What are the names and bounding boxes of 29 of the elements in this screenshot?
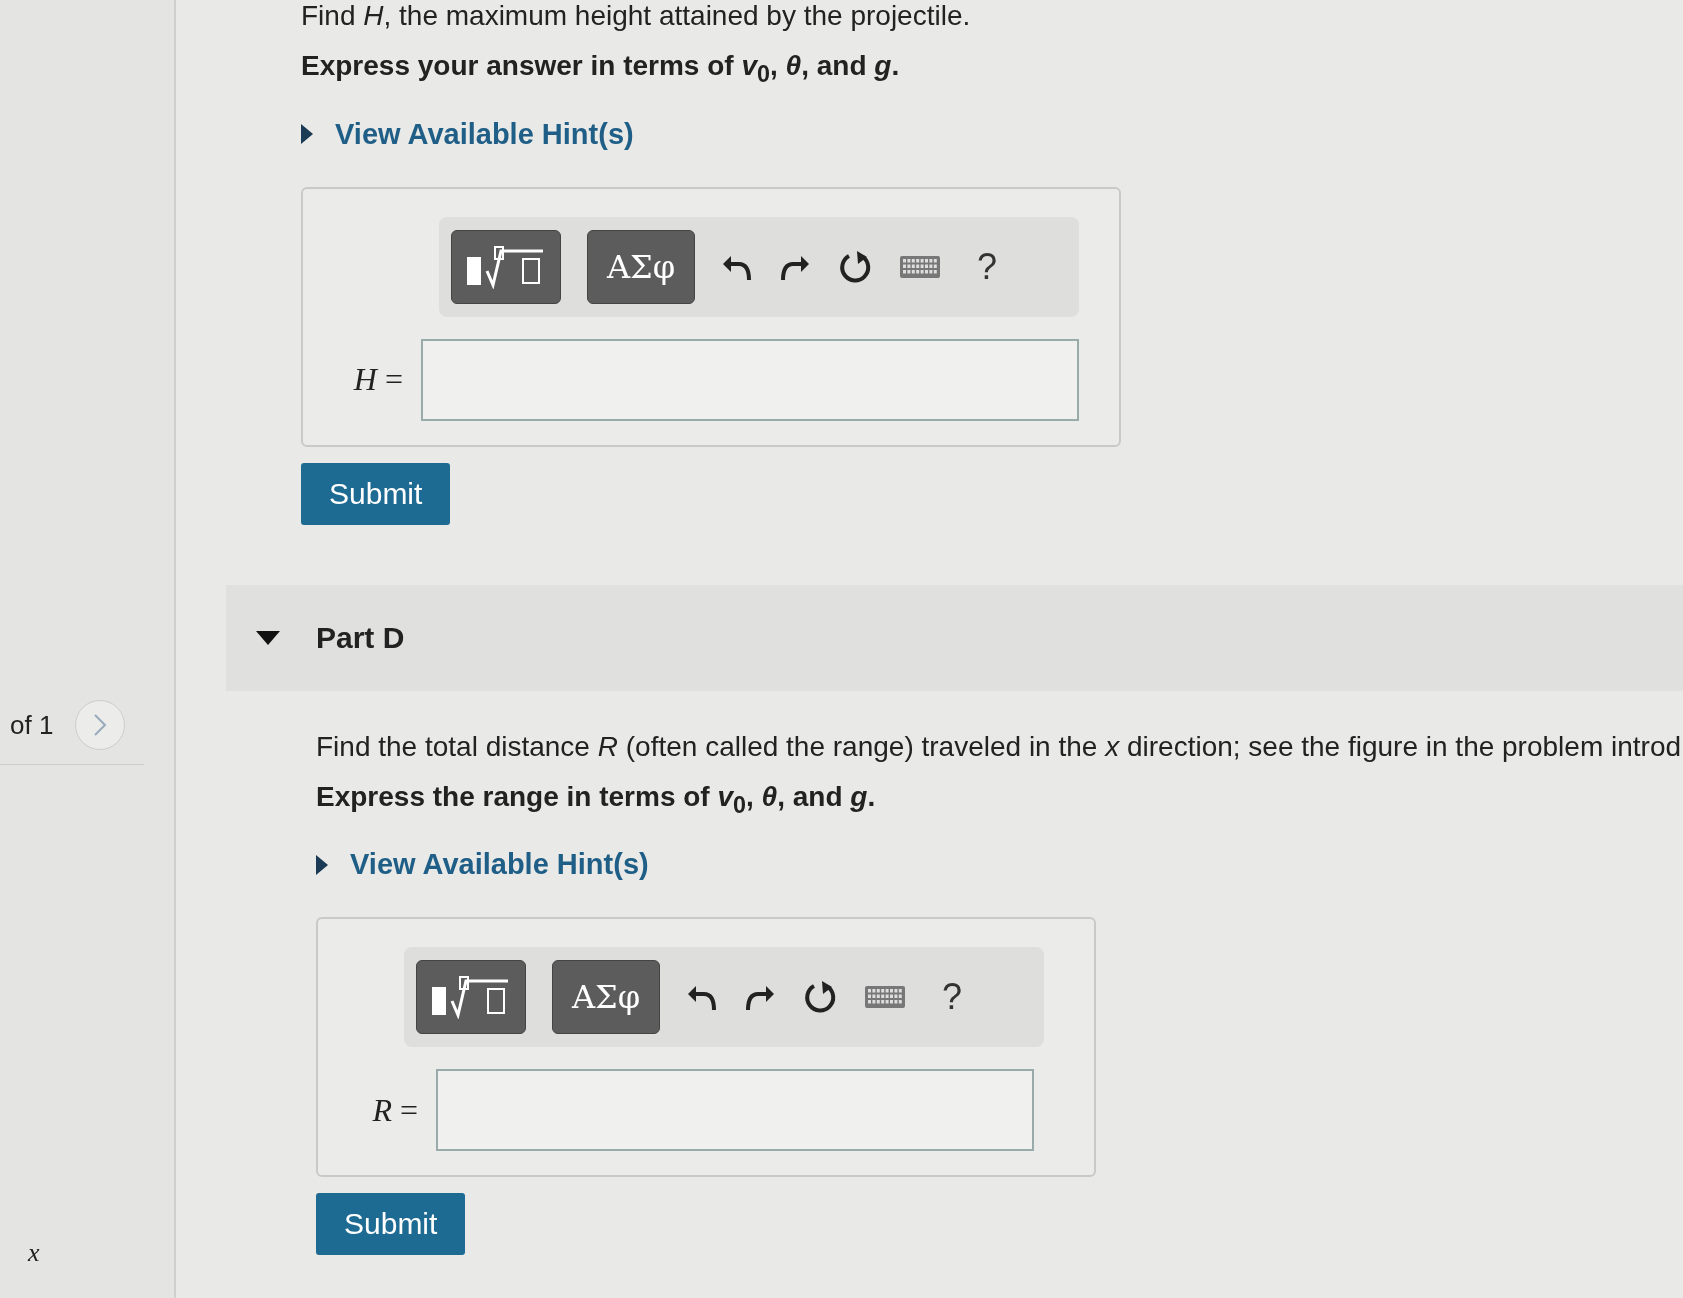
keyboard-icon: [899, 254, 941, 279]
chevron-right-icon: [93, 713, 108, 737]
greek-button[interactable]: ΑΣφ: [552, 960, 660, 1035]
answer-field[interactable]: [421, 338, 1079, 421]
keyboard-icon: [864, 985, 906, 1010]
answer-label: R =: [372, 1091, 418, 1128]
reset-button[interactable]: [837, 248, 873, 285]
templates-button[interactable]: [416, 960, 526, 1035]
hint-link[interactable]: View Available Hint(s): [301, 117, 1683, 151]
templates-button[interactable]: [451, 229, 561, 304]
answer-field[interactable]: [436, 1069, 1034, 1152]
help-button[interactable]: ?: [967, 245, 1008, 288]
axis-label: x: [26, 1238, 41, 1268]
answer-label: H =: [353, 361, 403, 398]
keyboard-button[interactable]: [899, 254, 941, 279]
greek-button[interactable]: ΑΣφ: [587, 229, 695, 304]
keyboard-button[interactable]: [864, 985, 906, 1010]
question-text: Find H, the maximum height attained by the projectile.: [301, 0, 971, 31]
submit-button[interactable]: Submit: [316, 1193, 466, 1256]
submit-button[interactable]: Submit: [301, 462, 451, 525]
instruction-text: Express the range in terms of v$_{0}$, θ, and g.: [316, 780, 876, 812]
pager-text: of 1: [10, 709, 54, 741]
question-text: Find the total distance R (often called the range) traveled in the x direction; see the figure in the problem introd: [316, 730, 1682, 762]
collapse-caret-icon[interactable]: [256, 630, 280, 645]
hint-link[interactable]: View Available Hint(s): [316, 848, 1683, 882]
reset-icon: [837, 248, 873, 285]
help-button[interactable]: ?: [932, 976, 973, 1019]
part-title: Part D: [316, 620, 405, 655]
instruction-text: Express your answer in terms of v$_{0}$, θ, and g.: [301, 50, 900, 81]
